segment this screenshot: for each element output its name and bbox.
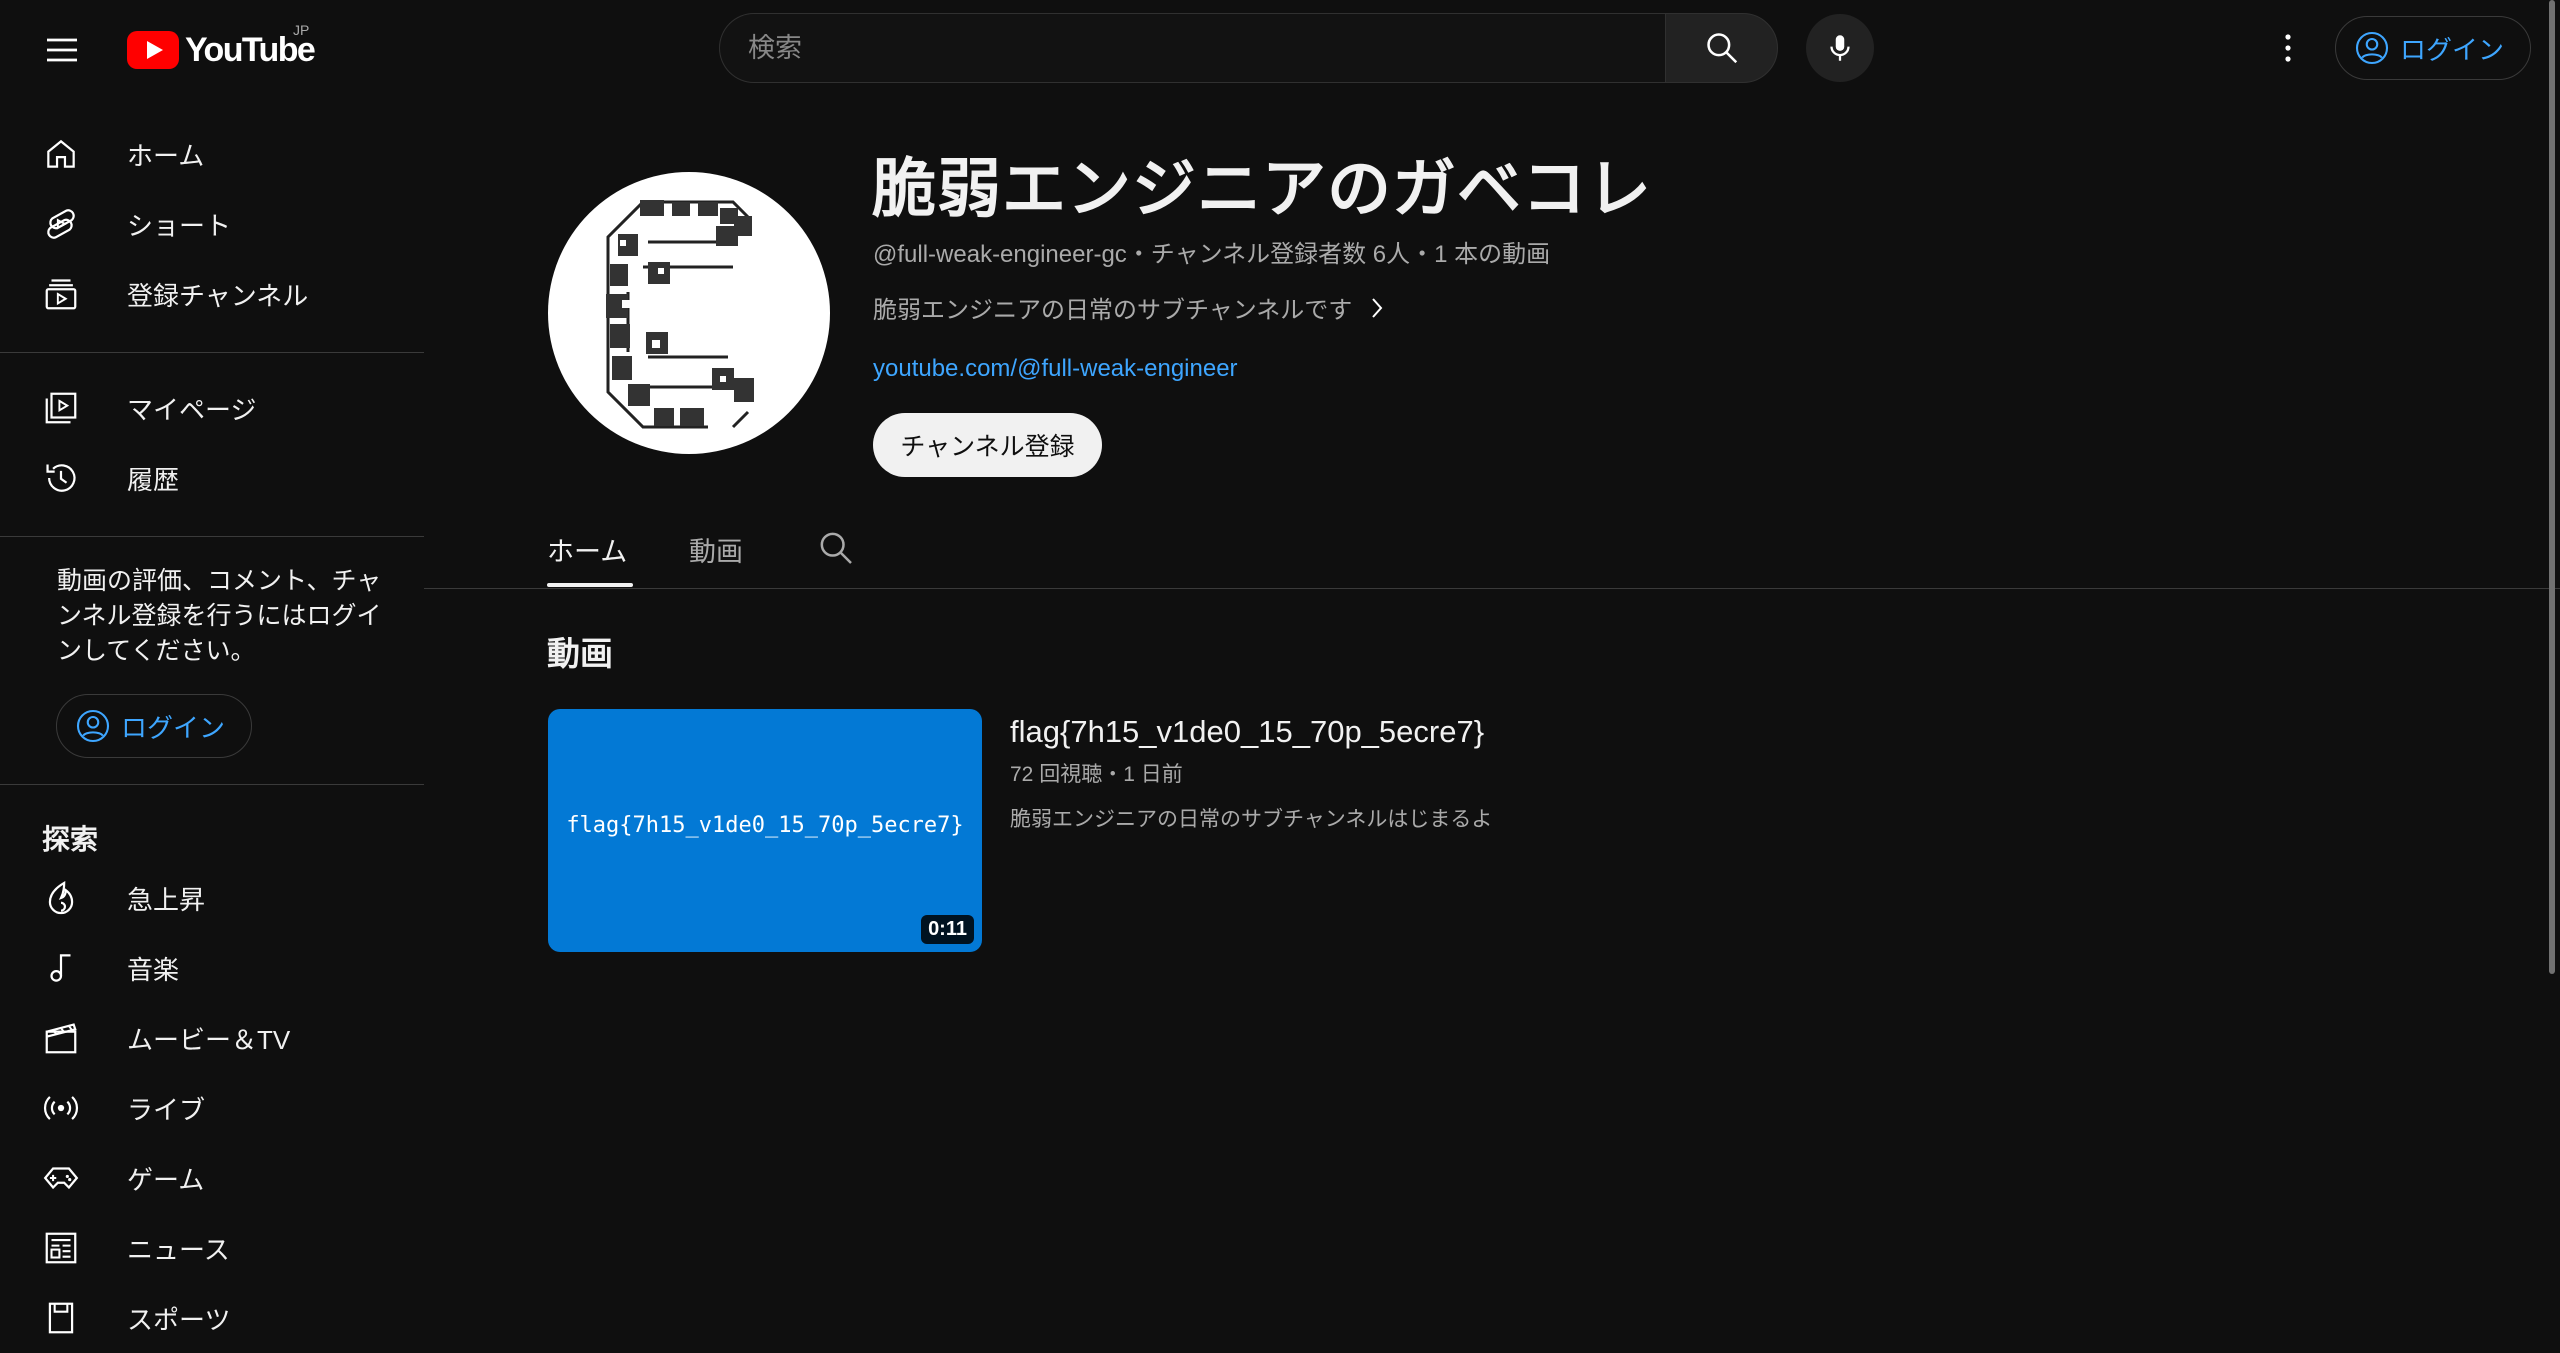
sidebar-item-gaming[interactable]: ゲーム bbox=[0, 1143, 424, 1213]
sidebar-item-label: マイページ bbox=[127, 394, 257, 425]
sidebar-item-music[interactable]: 音楽 bbox=[0, 933, 424, 1003]
page-scrollbar[interactable] bbox=[2549, 0, 2555, 974]
sidebar-item-label: ライブ bbox=[127, 1094, 206, 1125]
sidebar-item-label: 履歴 bbox=[127, 464, 180, 495]
sidebar-item-my-page[interactable]: マイページ bbox=[0, 373, 424, 443]
music-icon bbox=[50, 954, 71, 982]
video-meta: 72 回視聴・1 日前 bbox=[1010, 763, 1183, 786]
sidebar-item-subscriptions[interactable]: 登録チャンネル bbox=[0, 259, 424, 329]
channel-description[interactable]: 脆弱エンジニアの日常のサブチャンネルです bbox=[873, 290, 1384, 325]
sidebar: ホーム ショート 登録チャンネル マイページ 履歴 動画の評価、コメント、チャン… bbox=[0, 98, 424, 1335]
subscriptions-icon bbox=[45, 279, 77, 310]
sidebar-item-label: ニュース bbox=[127, 1234, 230, 1265]
search-box bbox=[719, 13, 1665, 83]
sign-in-button[interactable]: ログイン bbox=[2335, 16, 2531, 80]
sidebar-item-label: スポーツ bbox=[127, 1304, 231, 1335]
sidebar-item-news[interactable]: ニュース bbox=[0, 1213, 424, 1283]
video-description: 脆弱エンジニアの日常のサブチャンネルはじまるよ bbox=[1010, 808, 1493, 831]
channel-link[interactable]: youtube.com/@full-weak-engineer bbox=[873, 355, 1238, 383]
tab-videos[interactable]: 動画 bbox=[689, 530, 743, 569]
subscribe-button[interactable]: チャンネル登録 bbox=[873, 413, 1102, 477]
sidebar-item-label: 登録チャンネル bbox=[127, 280, 309, 311]
sidebar-item-label: ホーム bbox=[127, 140, 205, 171]
channel-description-text: 脆弱エンジニアの日常のサブチャンネルです bbox=[873, 297, 1353, 324]
sidebar-item-shorts[interactable]: ショート bbox=[0, 189, 424, 259]
sign-in-label: ログイン bbox=[2400, 34, 2505, 65]
sidebar-divider bbox=[0, 352, 424, 353]
masthead: YouTube JP ログイン bbox=[0, 0, 2560, 98]
channel-meta: @full-weak-engineer-gc・チャンネル登録者数 6人・1 本の… bbox=[873, 241, 1551, 268]
tab-home[interactable]: ホーム bbox=[547, 530, 627, 569]
sidebar-item-sports[interactable]: スポーツ bbox=[0, 1283, 424, 1353]
channel-search-icon[interactable] bbox=[816, 528, 856, 568]
region-code: JP bbox=[293, 22, 310, 38]
sidebar-item-live[interactable]: ライブ bbox=[0, 1073, 424, 1143]
sign-in-prompt: 動画の評価、コメント、チャンネル登録を行うにはログインしてください。 bbox=[57, 567, 382, 665]
shorts-icon bbox=[47, 209, 75, 239]
channel-title: 脆弱エンジニアのガベコレ bbox=[872, 153, 1652, 225]
sidebar-item-label: ショート bbox=[127, 210, 232, 241]
sidebar-sign-in-button[interactable]: ログイン bbox=[56, 694, 252, 758]
sidebar-item-movies[interactable]: ムービー＆TV bbox=[0, 1003, 424, 1073]
sign-in-label: ログイン bbox=[121, 712, 226, 743]
movies-icon bbox=[45, 1023, 77, 1054]
more-options-icon[interactable] bbox=[2268, 28, 2308, 68]
sidebar-item-label: ムービー＆TV bbox=[127, 1024, 291, 1055]
youtube-play-icon bbox=[127, 31, 179, 69]
sidebar-item-label: 音楽 bbox=[127, 954, 180, 985]
home-icon bbox=[47, 139, 75, 168]
sidebar-item-trending[interactable]: 急上昇 bbox=[0, 863, 424, 933]
explore-heading: 探索 bbox=[42, 824, 99, 855]
youtube-logo[interactable]: YouTube bbox=[127, 28, 316, 72]
tabs-divider bbox=[424, 588, 2560, 589]
sidebar-divider bbox=[0, 784, 424, 785]
sidebar-item-label: 急上昇 bbox=[127, 884, 206, 915]
tab-selected-indicator bbox=[547, 583, 633, 587]
video-title[interactable]: flag{7h15_v1de0_15_70p_5ecre7} bbox=[1010, 714, 1484, 750]
voice-search-button[interactable] bbox=[1806, 14, 1874, 82]
menu-icon[interactable] bbox=[42, 30, 82, 70]
trending-icon bbox=[48, 881, 74, 915]
thumbnail-text: flag{7h15_v1de0_15_70p_5ecre7} bbox=[566, 813, 964, 838]
library-icon bbox=[45, 392, 77, 424]
sidebar-item-history[interactable]: 履歴 bbox=[0, 443, 424, 513]
sidebar-divider bbox=[0, 536, 424, 537]
search-icon bbox=[1706, 33, 1737, 64]
section-title: 動画 bbox=[547, 635, 613, 672]
channel-avatar bbox=[548, 172, 830, 454]
search-button[interactable] bbox=[1665, 13, 1778, 83]
live-icon bbox=[43, 1096, 79, 1120]
video-thumbnail[interactable]: flag{7h15_v1de0_15_70p_5ecre7} 0:11 bbox=[548, 709, 982, 952]
microphone-icon bbox=[1830, 35, 1850, 61]
gaming-icon bbox=[43, 1167, 79, 1190]
sidebar-item-label: ゲーム bbox=[127, 1164, 205, 1195]
search-input[interactable] bbox=[720, 14, 1665, 82]
news-icon bbox=[45, 1232, 77, 1264]
account-icon bbox=[2355, 31, 2389, 65]
sports-icon bbox=[48, 1302, 74, 1334]
account-icon bbox=[76, 709, 110, 743]
sidebar-item-home[interactable]: ホーム bbox=[0, 119, 424, 189]
history-icon bbox=[46, 464, 76, 492]
chevron-right-icon bbox=[1372, 297, 1383, 318]
video-duration-badge: 0:11 bbox=[921, 915, 974, 944]
